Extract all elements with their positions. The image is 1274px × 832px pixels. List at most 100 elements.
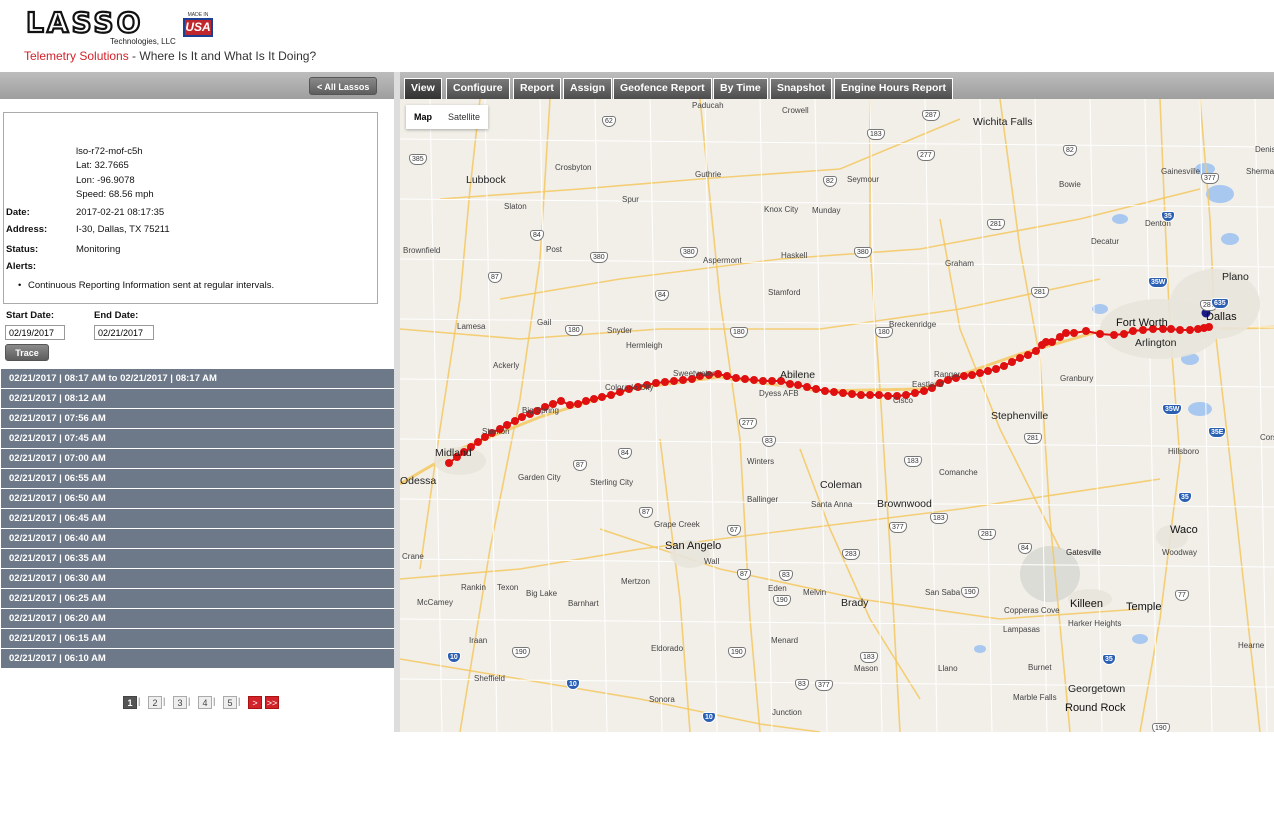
- tab-bar: View Configure Report Assign Geofence Report…: [400, 72, 1274, 99]
- city-label: Brownfield: [403, 246, 441, 255]
- route-shield-icon: 377: [815, 680, 833, 691]
- highway-line: [699, 99, 761, 732]
- city-label: Colorado City: [605, 383, 654, 392]
- route-point: [857, 391, 865, 399]
- history-row[interactable]: 02/21/2017 | 06:45 AM: [1, 509, 394, 528]
- tab-engine-hours-report[interactable]: Engine Hours Report: [834, 78, 954, 99]
- tab-by-time[interactable]: By Time: [713, 78, 768, 99]
- address-label: Address:: [6, 224, 48, 235]
- city-label: Gatesville: [1066, 548, 1102, 557]
- history-row[interactable]: 02/21/2017 | 06:25 AM: [1, 589, 394, 608]
- history-row[interactable]: 02/21/2017 | 06:30 AM: [1, 569, 394, 588]
- tab-report[interactable]: Report: [513, 78, 561, 99]
- last-page-button[interactable]: >>: [265, 696, 279, 709]
- device-lat: Lat: 32.7665: [76, 160, 129, 171]
- city-label: Gainesville: [1161, 167, 1201, 176]
- tab-configure[interactable]: Configure: [446, 78, 510, 99]
- map-type-map-button[interactable]: Map: [406, 105, 440, 129]
- page-4-button[interactable]: 4: [198, 696, 212, 709]
- route-shield-icon: 377: [1201, 173, 1219, 184]
- map-canvas[interactable]: [400, 99, 1274, 732]
- tab-snapshot[interactable]: Snapshot: [770, 78, 832, 99]
- city-label: Brady: [841, 597, 869, 609]
- history-row[interactable]: 02/21/2017 | 07:56 AM: [1, 409, 394, 428]
- next-page-button[interactable]: >: [248, 696, 262, 709]
- history-row[interactable]: 02/21/2017 | 06:55 AM: [1, 469, 394, 488]
- minor-road: [429, 99, 443, 732]
- city-label: Winters: [747, 457, 775, 466]
- city-label: Coleman: [820, 479, 863, 491]
- history-row[interactable]: 02/21/2017 | 07:45 AM: [1, 429, 394, 448]
- city-label: Burnet: [1028, 663, 1052, 672]
- history-row[interactable]: 02/21/2017 | 08:17 AM to 02/21/2017 | 08…: [1, 369, 394, 388]
- route-point: [992, 365, 1000, 373]
- route-shield-icon: 380: [854, 247, 872, 258]
- map-type-satellite-button[interactable]: Satellite: [440, 105, 488, 129]
- tab-assign[interactable]: Assign: [563, 78, 613, 99]
- minor-road: [400, 138, 1274, 148]
- route-point: [848, 390, 856, 398]
- minor-road: [704, 99, 718, 732]
- page-3-button[interactable]: 3: [173, 696, 187, 709]
- route-shield-icon: 190: [773, 595, 791, 606]
- history-row[interactable]: 02/21/2017 | 06:20 AM: [1, 609, 394, 628]
- trace-button[interactable]: Trace: [5, 344, 49, 361]
- minor-road: [924, 99, 938, 732]
- route-shield-icon: 190: [728, 647, 746, 658]
- city-label: Dyess AFB: [759, 389, 799, 398]
- city-label: Ackerly: [493, 361, 520, 370]
- route-point: [1070, 329, 1078, 337]
- city-label: Sheffield: [474, 674, 505, 683]
- history-row[interactable]: 02/21/2017 | 08:12 AM: [1, 389, 394, 408]
- route-point: [474, 438, 482, 446]
- route-point: [741, 375, 749, 383]
- map-type-control: Map Satellite: [406, 105, 489, 129]
- city-label: Post: [546, 245, 563, 254]
- city-label: Llano: [938, 664, 958, 673]
- city-label: Menard: [771, 636, 799, 645]
- badge-main-text: USA: [183, 18, 213, 37]
- minor-road: [400, 438, 1274, 448]
- city-label: Rankin: [461, 583, 486, 592]
- page-separator: |: [188, 696, 191, 706]
- history-row[interactable]: 02/21/2017 | 07:00 AM: [1, 449, 394, 468]
- map-view[interactable]: Wichita Falls Lubbock Crosbyton Guthrie Seym…: [400, 99, 1274, 732]
- left-panel-toolbar: < All Lassos: [0, 72, 394, 99]
- route-shield-icon: 183: [930, 513, 948, 524]
- highway-line: [400, 278, 1101, 340]
- city-label: Cisco: [893, 396, 914, 405]
- page-2-button[interactable]: 2: [148, 696, 162, 709]
- route-point: [723, 372, 731, 380]
- city-label: Snyder: [607, 326, 633, 335]
- app-header: LASSO Technologies, LLC MADE IN USA Tele…: [0, 0, 1274, 72]
- history-row[interactable]: 02/21/2017 | 06:15 AM: [1, 629, 394, 648]
- city-label: Big Lake: [526, 589, 558, 598]
- route-point: [1024, 351, 1032, 359]
- route-point: [984, 367, 992, 375]
- minor-road: [1254, 99, 1268, 732]
- route-point: [1110, 331, 1118, 339]
- history-row[interactable]: 02/21/2017 | 06:35 AM: [1, 549, 394, 568]
- route-point: [1000, 362, 1008, 370]
- route-point: [960, 372, 968, 380]
- device-id: lso-r72-mof-c5h: [76, 146, 143, 157]
- end-date-input[interactable]: [94, 325, 154, 340]
- device-info-box: lso-r72-mof-c5h Lat: 32.7665 Lon: -96.90…: [3, 112, 378, 304]
- history-row[interactable]: 02/21/2017 | 06:50 AM: [1, 489, 394, 508]
- tab-geofence-report[interactable]: Geofence Report: [613, 78, 712, 99]
- route-point: [968, 371, 976, 379]
- lasso-logo[interactable]: LASSO Technologies, LLC: [25, 6, 176, 46]
- city-label: Wichita Falls: [973, 116, 1033, 128]
- page-1-button[interactable]: 1: [123, 696, 137, 709]
- city-label: Bowie: [1059, 180, 1081, 189]
- history-row[interactable]: 02/21/2017 | 06:40 AM: [1, 529, 394, 548]
- start-date-input[interactable]: [5, 325, 65, 340]
- city-label: Fort Worth: [1116, 317, 1168, 329]
- city-label: Odessa: [400, 475, 437, 487]
- route-point: [1032, 347, 1040, 355]
- history-row[interactable]: 02/21/2017 | 06:10 AM: [1, 649, 394, 668]
- tab-view[interactable]: View: [404, 78, 442, 99]
- page-5-button[interactable]: 5: [223, 696, 237, 709]
- device-speed: Speed: 68.56 mph: [76, 189, 154, 200]
- all-lassos-button[interactable]: < All Lassos: [309, 77, 378, 95]
